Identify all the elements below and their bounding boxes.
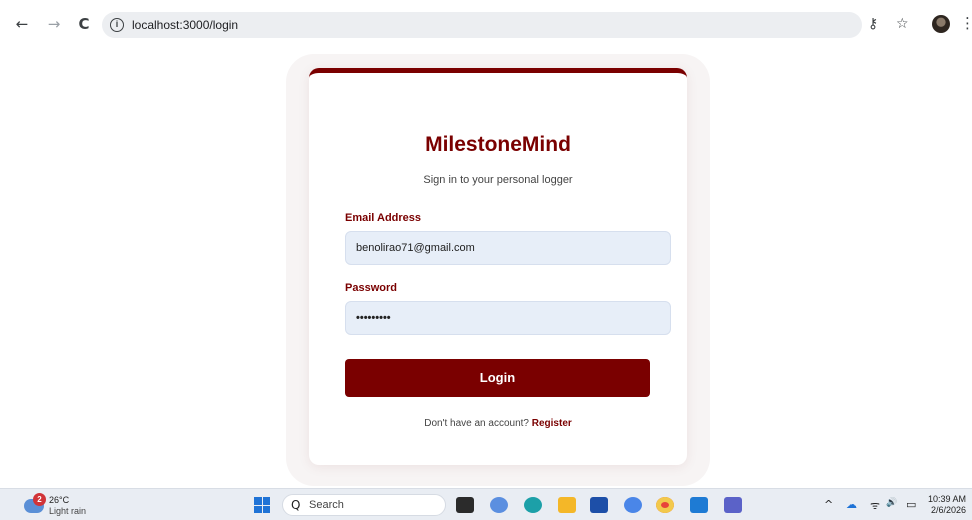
address-bar[interactable]: i localhost:3000/login — [102, 12, 862, 38]
login-card: MilestoneMind Sign in to your personal l… — [309, 68, 687, 465]
tray-chevron-icon[interactable]: ^ — [824, 498, 833, 511]
brand-title: MilestoneMind — [425, 133, 571, 156]
back-icon[interactable]: ← — [12, 14, 32, 34]
weather-description[interactable]: Light rain — [49, 506, 86, 516]
task-view-icon[interactable] — [456, 497, 474, 513]
email-field[interactable]: benolirao71@gmail.com — [345, 231, 671, 265]
clock-date: 2/6/2026 — [930, 505, 967, 515]
reload-icon[interactable]: C — [74, 14, 94, 34]
taskbar: 2 26°C Light rain Q Search ^ ☁ ᯤ 🔊 ▭ 10:… — [0, 488, 972, 520]
onedrive-icon[interactable]: ☁ — [846, 498, 857, 511]
search-icon: Q — [291, 498, 301, 512]
email-label: Email Address — [345, 212, 422, 224]
bookmark-star-icon[interactable]: ☆ — [896, 16, 909, 32]
weather-badge: 2 — [33, 493, 46, 506]
battery-icon[interactable]: ▭ — [906, 498, 916, 511]
volume-icon[interactable]: 🔊 — [886, 498, 897, 508]
register-prompt-text: Don't have an account? — [424, 418, 529, 429]
browser-menu-icon[interactable]: ⋮ — [960, 14, 972, 32]
password-field[interactable]: ••••••••• — [345, 301, 671, 335]
file-explorer-icon[interactable] — [558, 497, 576, 513]
search-placeholder: Search — [309, 499, 344, 511]
url-text[interactable]: localhost:3000/login — [132, 18, 238, 32]
password-label: Password — [345, 282, 397, 294]
teams-icon[interactable] — [724, 497, 742, 513]
clock-time: 10:39 AM — [928, 494, 967, 504]
taskbar-search[interactable]: Q Search — [282, 494, 446, 516]
vscode-icon[interactable] — [690, 497, 708, 513]
weather-temperature[interactable]: 26°C — [49, 495, 69, 505]
linkedin-icon[interactable] — [590, 497, 608, 513]
windows-start-icon[interactable] — [254, 497, 270, 513]
wifi-icon[interactable]: ᯤ — [870, 498, 880, 513]
edge-icon[interactable] — [524, 497, 542, 513]
password-key-icon[interactable]: ⚷ — [868, 16, 878, 32]
chrome-icon[interactable] — [656, 497, 674, 513]
login-subtitle: Sign in to your personal logger — [423, 174, 573, 186]
forward-icon[interactable]: → — [44, 14, 64, 34]
profile-avatar[interactable] — [932, 15, 950, 33]
browser-toolbar: ← → C i localhost:3000/login ⚷ ☆ ⋮ — [0, 0, 972, 50]
weather-app-icon[interactable] — [624, 497, 642, 513]
login-button[interactable]: Login — [345, 359, 650, 397]
register-link[interactable]: Register — [532, 418, 572, 429]
copilot-icon[interactable] — [490, 497, 508, 513]
register-prompt: Don't have an account? Register — [309, 418, 687, 429]
taskbar-clock[interactable]: 10:39 AM 2/6/2026 — [928, 494, 966, 516]
site-info-icon[interactable]: i — [110, 18, 124, 32]
